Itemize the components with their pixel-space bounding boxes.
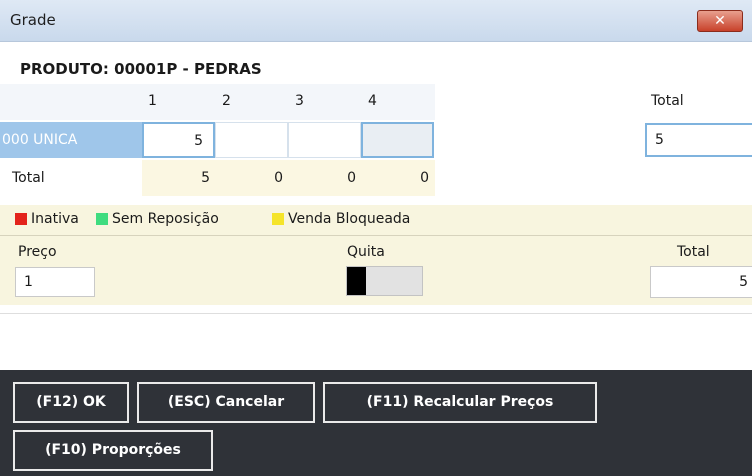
column-header-4: 4 <box>368 93 377 109</box>
column-header-1: 1 <box>148 93 157 109</box>
form-total-label: Total <box>677 244 710 260</box>
form-total-field[interactable]: 5 <box>650 266 752 298</box>
grid-total-4: 0 <box>420 170 429 186</box>
product-header: PRODUTO: 00001P - PEDRAS <box>0 52 752 84</box>
quita-toggle[interactable] <box>346 266 423 296</box>
legend-label: Inativa <box>31 211 79 227</box>
close-icon: ✕ <box>714 13 726 29</box>
column-header-2: 2 <box>222 93 231 109</box>
empty-panel <box>0 313 752 370</box>
cancel-button[interactable]: (ESC) Cancelar <box>137 382 315 423</box>
window-title: Grade <box>10 11 56 29</box>
grid-total-1: 5 <box>201 170 210 186</box>
column-header-3: 3 <box>295 93 304 109</box>
legend-swatch-red <box>15 213 27 225</box>
legend-swatch-yellow <box>272 213 284 225</box>
grid-cell-4[interactable] <box>361 122 434 158</box>
quita-label: Quita <box>347 244 385 260</box>
grid-row-total-field[interactable]: 5 <box>645 123 752 157</box>
grid-total-3: 0 <box>347 170 356 186</box>
price-input[interactable]: 1 <box>15 267 95 297</box>
grid-total-header: Total <box>651 93 684 109</box>
grid-cell-2[interactable] <box>215 122 288 158</box>
proportions-button[interactable]: (F10) Proporções <box>13 430 213 471</box>
grid-cell-3[interactable] <box>288 122 361 158</box>
legend-label: Venda Bloqueada <box>288 211 411 227</box>
quita-toggle-knob[interactable] <box>347 267 366 295</box>
grid-cell-1[interactable]: 5 <box>142 122 215 158</box>
legend-label: Sem Reposição <box>112 211 219 227</box>
legend-inactive: Inativa <box>15 211 79 227</box>
grid-total-2: 0 <box>274 170 283 186</box>
ok-button[interactable]: (F12) OK <box>13 382 129 423</box>
legend-swatch-green <box>96 213 108 225</box>
grid-row-label[interactable]: 000 UNICA <box>0 122 142 158</box>
product-label: PRODUTO: 00001P - PEDRAS <box>20 60 262 78</box>
recalculate-prices-button[interactable]: (F11) Recalcular Preços <box>323 382 597 423</box>
grid-totals-label: Total <box>12 170 45 186</box>
legend-no-restock: Sem Reposição <box>96 211 219 227</box>
close-button[interactable]: ✕ <box>697 10 743 32</box>
price-label: Preço <box>18 244 57 260</box>
title-bar: Grade ✕ <box>0 0 752 42</box>
legend-sale-blocked: Venda Bloqueada <box>272 211 410 227</box>
